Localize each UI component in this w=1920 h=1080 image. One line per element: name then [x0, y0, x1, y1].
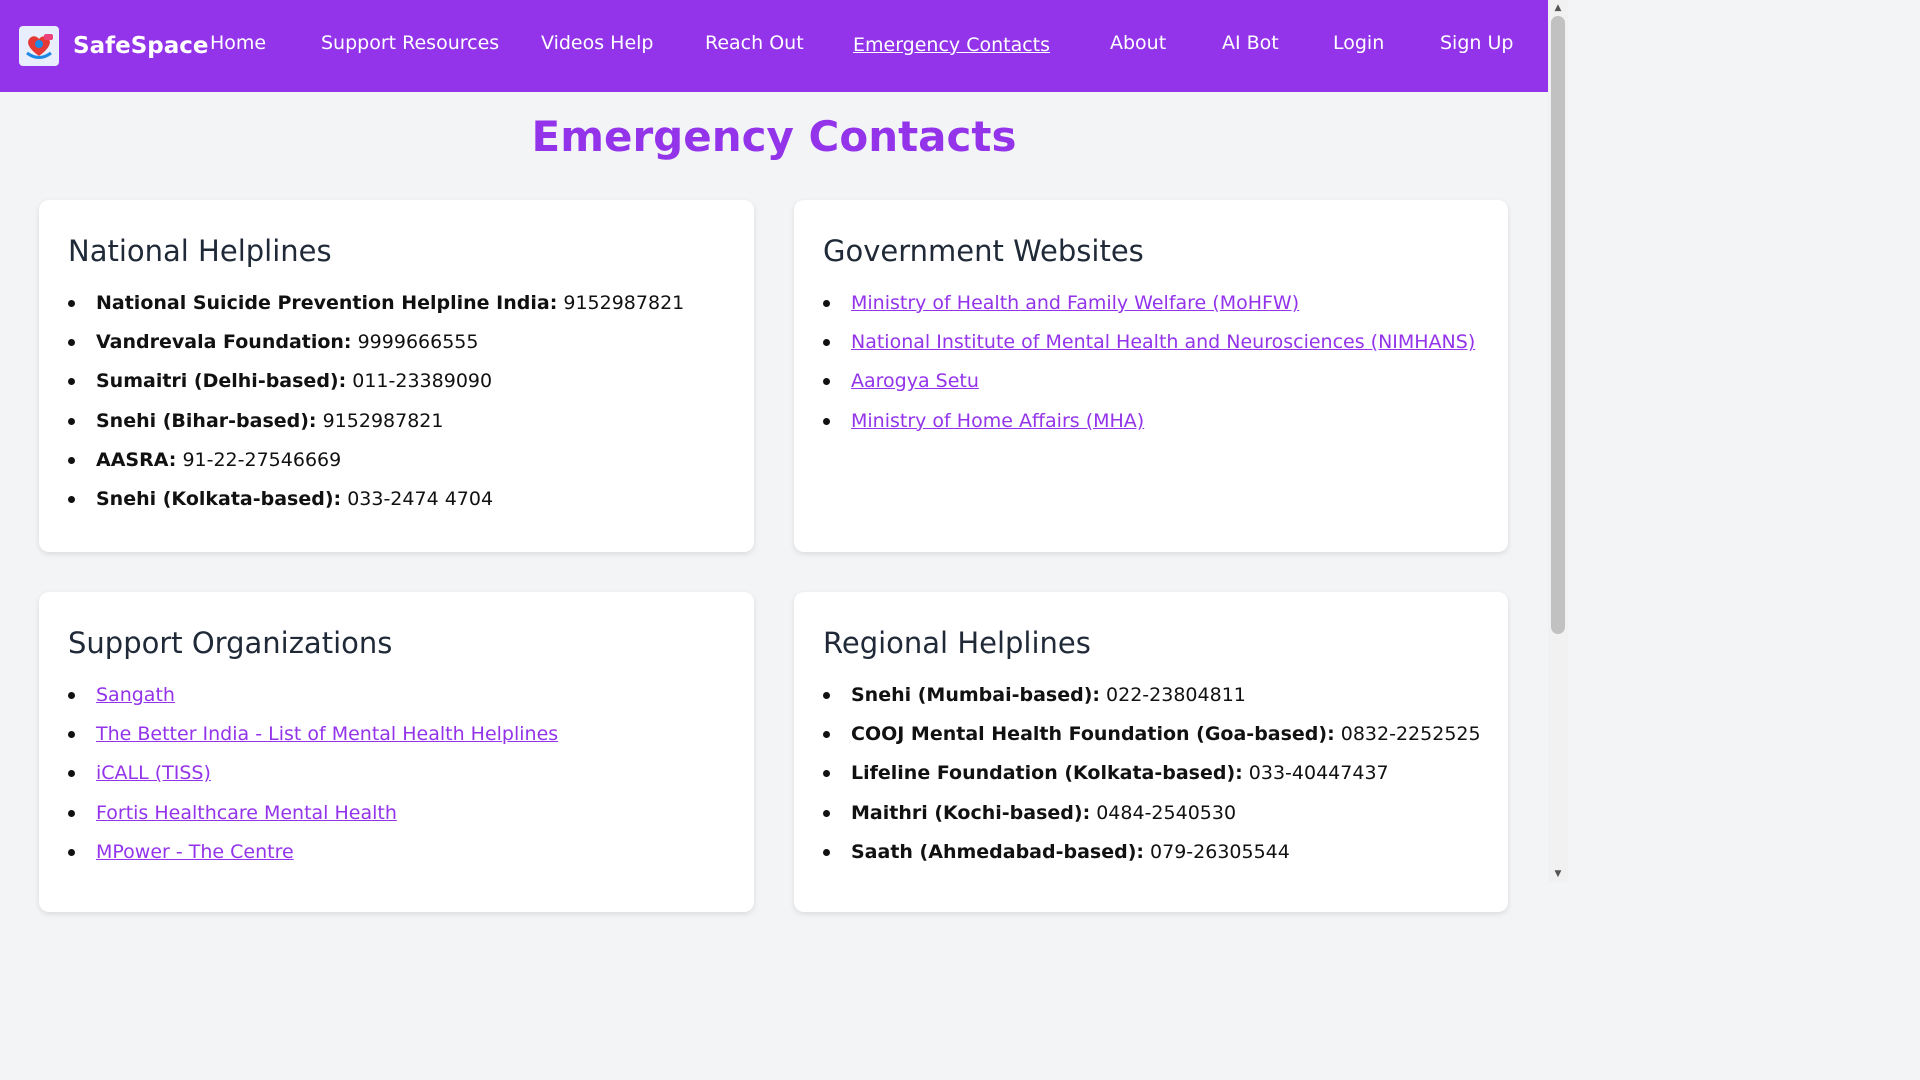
top-navbar: SafeSpace Home Support Resources Videos … — [0, 0, 1548, 92]
helpline-number: 0832-2252525 — [1340, 723, 1481, 746]
mpower-link[interactable]: MPower - The Centre — [96, 841, 294, 863]
helpline-number: 0484-2540530 — [1096, 801, 1237, 824]
helpline-number: 9152987821 — [322, 409, 444, 432]
sangath-link[interactable]: Sangath — [96, 684, 175, 706]
helpline-number: 022-23804811 — [1106, 684, 1246, 706]
nav-sign-up[interactable]: Sign Up — [1440, 32, 1513, 54]
card-heading: National Helplines — [68, 234, 332, 268]
helpline-name: Maithri (Kochi-based): — [851, 801, 1091, 824]
mohfw-link[interactable]: Ministry of Health and Family Welfare (M… — [851, 292, 1299, 314]
nimhans-link[interactable]: National Institute of Mental Health and … — [851, 331, 1475, 353]
helpline-name: Saath (Ahmedabad-based): — [851, 840, 1144, 863]
list-item: Fortis Healthcare Mental Health — [68, 800, 725, 839]
helpline-name: Vandrevala Foundation: — [96, 331, 352, 354]
list-item: Lifeline Foundation (Kolkata-based): 033… — [823, 760, 1479, 799]
helpline-name: Snehi (Mumbai-based): — [851, 684, 1100, 706]
government-websites-card: Government Websites Ministry of Health a… — [794, 200, 1508, 552]
helpline-number: 91-22-27546669 — [182, 448, 342, 471]
national-helplines-card: National Helplines National Suicide Prev… — [39, 200, 754, 552]
nav-reach-out[interactable]: Reach Out — [705, 32, 804, 54]
helpline-name: Snehi (Bihar-based): — [96, 409, 317, 432]
support-organizations-card: Support Organizations Sangath The Better… — [39, 592, 754, 912]
list-item: Snehi (Bihar-based): 9152987821 — [68, 408, 725, 447]
list-item: AASRA: 91-22-27546669 — [68, 447, 725, 486]
scroll-down-icon[interactable]: ▼ — [1548, 866, 1568, 882]
list-item: Sangath — [68, 682, 725, 721]
better-india-link[interactable]: The Better India - List of Mental Health… — [96, 723, 558, 745]
list-item: Aarogya Setu — [823, 368, 1479, 407]
helpline-name: AASRA: — [96, 448, 177, 471]
helpline-number: 033-40447437 — [1248, 762, 1389, 785]
helpline-number: 079-26305544 — [1150, 840, 1290, 863]
list-item: National Suicide Prevention Helpline Ind… — [68, 290, 725, 329]
list-item: The Better India - List of Mental Health… — [68, 721, 725, 760]
helpline-name: COOJ Mental Health Foundation (Goa-based… — [851, 723, 1335, 746]
mha-link[interactable]: Ministry of Home Affairs (MHA) — [851, 410, 1144, 432]
card-heading: Regional Helplines — [823, 626, 1091, 660]
card-heading: Government Websites — [823, 234, 1144, 268]
list-item: Ministry of Health and Family Welfare (M… — [823, 290, 1479, 329]
list-item: National Institute of Mental Health and … — [823, 329, 1479, 368]
helpline-name: Sumaitri (Delhi-based): — [96, 370, 347, 393]
list-item: Vandrevala Foundation: 9999666555 — [68, 329, 725, 368]
icall-link[interactable]: iCALL (TISS) — [96, 762, 211, 784]
scrollbar-thumb[interactable] — [1551, 16, 1565, 634]
list-item: Snehi (Mumbai-based): 022-23804811 — [823, 682, 1479, 721]
helpline-name: Snehi (Kolkata-based): — [96, 487, 342, 510]
link-list: Ministry of Health and Family Welfare (M… — [823, 290, 1479, 447]
list-item: Ministry of Home Affairs (MHA) — [823, 408, 1479, 447]
nav-ai-bot[interactable]: AI Bot — [1222, 32, 1279, 54]
list-item: Sumaitri (Delhi-based): 011-23389090 — [68, 368, 725, 407]
regional-helplines-card: Regional Helplines Snehi (Mumbai-based):… — [794, 592, 1508, 912]
scroll-up-icon[interactable]: ▲ — [1548, 0, 1568, 16]
list-item: iCALL (TISS) — [68, 760, 725, 799]
helpline-number: 9152987821 — [563, 292, 685, 314]
fortis-link[interactable]: Fortis Healthcare Mental Health — [96, 802, 397, 824]
helpline-list: National Suicide Prevention Helpline Ind… — [68, 290, 725, 525]
list-item: COOJ Mental Health Foundation (Goa-based… — [823, 721, 1481, 760]
card-heading: Support Organizations — [68, 626, 393, 660]
helpline-name: National Suicide Prevention Helpline Ind… — [96, 292, 558, 314]
list-item: Snehi (Kolkata-based): 033-2474 4704 — [68, 486, 725, 525]
list-item: Maithri (Kochi-based): 0484-2540530 — [823, 800, 1479, 839]
nav-home[interactable]: Home — [210, 32, 266, 54]
nav-login[interactable]: Login — [1333, 32, 1384, 54]
list-item: Saath (Ahmedabad-based): 079-26305544 — [823, 839, 1479, 878]
nav-videos-help[interactable]: Videos Help — [541, 32, 654, 54]
nav-emergency-contacts[interactable]: Emergency Contacts — [853, 34, 1050, 56]
helpline-number: 011-23389090 — [352, 370, 493, 393]
helpline-number: 9999666555 — [357, 331, 479, 354]
nav-about[interactable]: About — [1110, 32, 1166, 54]
helpline-number: 033-2474 4704 — [347, 487, 494, 510]
page-title: Emergency Contacts — [531, 112, 1017, 161]
link-list: Sangath The Better India - List of Menta… — [68, 682, 725, 878]
helpline-name: Lifeline Foundation (Kolkata-based): — [851, 762, 1243, 785]
nav-support-resources[interactable]: Support Resources — [321, 32, 499, 54]
helpline-list: Snehi (Mumbai-based): 022-23804811 COOJ … — [823, 682, 1481, 878]
list-item: MPower - The Centre — [68, 839, 725, 878]
aarogya-setu-link[interactable]: Aarogya Setu — [851, 370, 979, 392]
vertical-scrollbar[interactable]: ▲ ▼ — [1548, 0, 1568, 882]
